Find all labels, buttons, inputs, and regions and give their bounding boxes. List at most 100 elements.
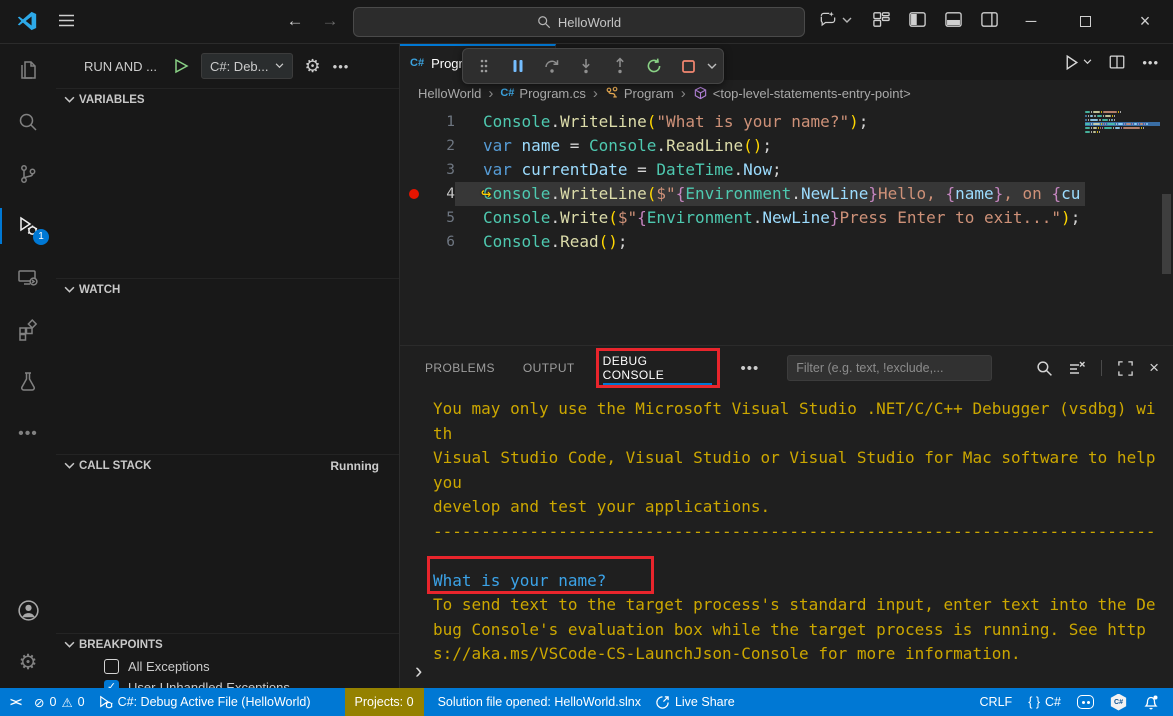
- editor-scrollbar[interactable]: [1160, 110, 1173, 345]
- scrollbar-thumb[interactable]: [1162, 194, 1171, 274]
- customize-layout-icon[interactable]: [872, 10, 891, 29]
- activity-bar-bottom: ⚙: [0, 584, 56, 688]
- toggle-panel-icon[interactable]: [944, 10, 963, 29]
- panel-more-tabs-button[interactable]: •••: [740, 360, 759, 377]
- pause-button[interactable]: [503, 51, 533, 81]
- console-line: s://aka.ms/VSCode-CS-LaunchJson-Console …: [433, 642, 1159, 667]
- window-maximize-button[interactable]: [1062, 0, 1108, 43]
- close-panel-icon[interactable]: ×: [1149, 358, 1159, 378]
- start-debug-button[interactable]: [173, 58, 189, 74]
- eol-indicator[interactable]: CRLF: [980, 695, 1013, 709]
- breakpoint-row-user-unhandled[interactable]: ✓ User-Unhandled Exceptions: [56, 677, 399, 688]
- sidebar-item-source-control[interactable]: [0, 148, 56, 200]
- sidebar-item-run-and-debug[interactable]: 1: [0, 200, 56, 252]
- code-lines[interactable]: 1Console.WriteLine("What is your name?")…: [400, 110, 1173, 254]
- sidebar-item-extensions[interactable]: [0, 304, 56, 356]
- watch-section-header[interactable]: WATCH: [56, 279, 399, 301]
- window-close-button[interactable]: ×: [1122, 0, 1168, 43]
- split-editor-icon[interactable]: [1108, 53, 1126, 71]
- maximize-panel-icon[interactable]: [1117, 360, 1134, 377]
- vscode-window: ← → HelloWorld ─ ×: [0, 0, 1173, 716]
- symbol-cube-icon: [693, 86, 708, 101]
- editor-more-actions[interactable]: •••: [1142, 55, 1159, 70]
- minimap[interactable]: [1085, 110, 1160, 340]
- code-text[interactable]: Console.WriteLine("What is your name?");: [455, 110, 1085, 134]
- accounts-button[interactable]: [0, 584, 56, 636]
- breadcrumb-item-program-cs[interactable]: C# Program.cs: [500, 86, 586, 101]
- code-line-3[interactable]: 3var currentDate = DateTime.Now;: [400, 158, 1173, 182]
- clear-console-icon[interactable]: [1068, 359, 1086, 377]
- debug-config-dropdown[interactable]: C#: Deb...: [201, 53, 293, 79]
- debug-console-output[interactable]: You may only use the Microsoft Visual St…: [433, 397, 1159, 667]
- code-text[interactable]: Console.Read();: [455, 230, 1085, 254]
- call-stack-section-header[interactable]: CALL STACK Running: [56, 455, 399, 477]
- tab-problems[interactable]: PROBLEMS: [425, 346, 495, 390]
- search-icon[interactable]: [1036, 360, 1053, 377]
- code-line-5[interactable]: 5Console.Write($"{Environment.NewLine}Pr…: [400, 206, 1173, 230]
- sidebar-item-search[interactable]: [0, 96, 56, 148]
- breadcrumb-item-helloworld[interactable]: HelloWorld: [418, 86, 481, 101]
- toolbar-drag-handle[interactable]: [469, 51, 499, 81]
- remote-indicator[interactable]: ><: [10, 695, 20, 709]
- debug-settings-gear-icon[interactable]: ⚙: [305, 56, 321, 77]
- command-center-search[interactable]: HelloWorld: [353, 7, 805, 37]
- section-label: BREAKPOINTS: [79, 639, 163, 651]
- code-text[interactable]: var currentDate = DateTime.Now;: [455, 158, 1085, 182]
- solution-status[interactable]: Solution file opened: HelloWorld.slnx: [438, 695, 641, 709]
- code-line-1[interactable]: 1Console.WriteLine("What is your name?")…: [400, 110, 1173, 134]
- csdevkit-icon[interactable]: [1077, 695, 1094, 709]
- projects-status-badge[interactable]: Projects: 0: [345, 688, 424, 716]
- chevron-down-icon: [64, 96, 75, 104]
- breakpoints-section-header[interactable]: BREAKPOINTS: [56, 634, 399, 656]
- live-share-button[interactable]: Live Share: [655, 695, 735, 710]
- console-line: ----------------------------------------…: [433, 520, 1159, 545]
- copilot-icon: [818, 10, 838, 30]
- window-minimize-button[interactable]: ─: [1008, 0, 1054, 43]
- notifications-bell[interactable]: [1143, 694, 1159, 710]
- code-line-2[interactable]: 2var name = Console.ReadLine();: [400, 134, 1173, 158]
- account-icon: [16, 598, 41, 623]
- debug-status[interactable]: C#: Debug Active File (HelloWorld): [99, 695, 311, 709]
- console-input-prompt[interactable]: ›: [415, 658, 422, 684]
- run-button[interactable]: [1063, 54, 1092, 71]
- restart-button[interactable]: [639, 51, 669, 81]
- code-line-4[interactable]: 4Console.WriteLine($"{Environment.NewLin…: [400, 182, 1173, 206]
- sidebar-item-testing[interactable]: [0, 356, 56, 408]
- toggle-secondary-sidebar-icon[interactable]: [980, 10, 999, 29]
- stop-button[interactable]: [673, 51, 703, 81]
- nav-forward-button[interactable]: →: [318, 11, 342, 31]
- tab-debug-console[interactable]: DEBUG CONSOLE: [603, 346, 713, 390]
- breakpoint-row-all-exceptions[interactable]: All Exceptions: [56, 656, 399, 677]
- step-out-button[interactable]: [605, 51, 635, 81]
- breakpoint-dot[interactable]: [400, 189, 428, 199]
- step-over-button[interactable]: [537, 51, 567, 81]
- checkbox-unchecked[interactable]: [104, 659, 119, 674]
- step-into-button[interactable]: [571, 51, 601, 81]
- console-filter-input[interactable]: [787, 355, 992, 381]
- extensions-icon: [16, 318, 40, 342]
- code-text[interactable]: Console.Write($"{Environment.NewLine}Pre…: [455, 206, 1085, 230]
- checkbox-checked[interactable]: ✓: [104, 680, 119, 688]
- breadcrumb-item-entry-point[interactable]: <top-level-statements-entry-point>: [693, 86, 911, 101]
- copilot-button[interactable]: [818, 10, 852, 30]
- tab-output[interactable]: OUTPUT: [523, 346, 575, 390]
- code-text[interactable]: var name = Console.ReadLine();: [455, 134, 1085, 158]
- toggle-primary-sidebar-icon[interactable]: [908, 10, 927, 29]
- code-text[interactable]: Console.WriteLine($"{Environment.NewLine…: [455, 182, 1085, 206]
- csharp-extension-icon[interactable]: C#: [1110, 694, 1127, 711]
- nav-back-button[interactable]: ←: [283, 11, 307, 31]
- sidebar-item-explorer[interactable]: [0, 44, 56, 96]
- sidebar-more-actions[interactable]: •••: [333, 59, 350, 74]
- language-mode[interactable]: { } C#: [1028, 695, 1061, 709]
- problems-status[interactable]: ⊘ 0 ⚠ 0: [34, 695, 85, 710]
- code-line-6[interactable]: 6Console.Read();: [400, 230, 1173, 254]
- breadcrumb-item-program[interactable]: Program: [605, 86, 674, 101]
- sidebar-item-remote-explorer[interactable]: [0, 252, 56, 304]
- settings-button[interactable]: ⚙: [0, 636, 56, 688]
- console-line: [433, 544, 1159, 569]
- activity-bar-more-button[interactable]: •••: [0, 408, 56, 460]
- variables-section-header[interactable]: VARIABLES: [56, 89, 399, 111]
- status-bar: >< ⊘ 0 ⚠ 0 C#: Debug Active File (HelloW…: [0, 688, 1173, 716]
- menu-hamburger-icon[interactable]: [58, 13, 75, 28]
- stop-dropdown-button[interactable]: [707, 63, 717, 70]
